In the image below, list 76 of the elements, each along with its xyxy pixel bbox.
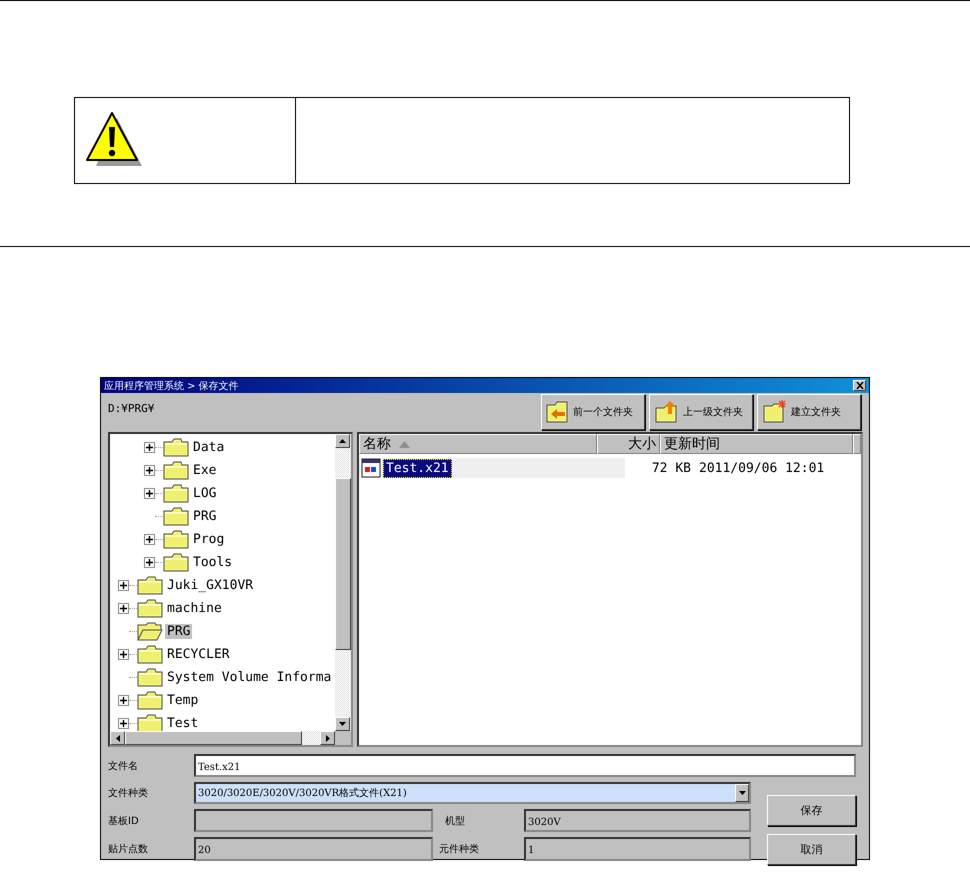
tree-item[interactable]: Temp xyxy=(165,693,200,708)
tree-item[interactable]: machine xyxy=(165,601,224,616)
tree-item[interactable]: RECYCLER xyxy=(165,647,232,662)
column-header[interactable]: 更新时间 xyxy=(660,434,853,454)
tree-item[interactable]: Test xyxy=(165,716,200,731)
scroll-down-icon[interactable] xyxy=(339,722,346,726)
expand-icon[interactable] xyxy=(118,580,129,591)
folder-icon xyxy=(137,691,163,710)
tree-item[interactable]: Data xyxy=(191,440,226,455)
file-size: 72 KB xyxy=(650,460,692,476)
expand-icon[interactable] xyxy=(144,557,155,568)
tree-item[interactable]: Exe xyxy=(191,463,218,478)
field-label: 机型 xyxy=(444,814,466,828)
dropdown-caret-icon[interactable] xyxy=(738,791,746,795)
field-label: 文件名 xyxy=(108,760,139,772)
sort-up-icon xyxy=(399,440,410,448)
column-header[interactable]: 名称 xyxy=(359,434,598,454)
folder-icon xyxy=(163,530,189,549)
column-header[interactable]: 大小 xyxy=(597,434,660,454)
open-folder-icon xyxy=(137,622,163,641)
folder-icon xyxy=(137,576,163,595)
points-field[interactable]: 20 xyxy=(194,837,433,861)
folder-icon xyxy=(163,484,189,503)
tree-item[interactable]: Tools xyxy=(191,555,234,570)
scrollbar-corner xyxy=(335,731,351,745)
folder-button[interactable]: 建立文件夹 xyxy=(757,394,861,430)
new-folder-icon xyxy=(762,400,788,424)
scroll-left-icon[interactable] xyxy=(116,734,120,742)
file-name: Test.x21 xyxy=(383,458,452,478)
expand-icon[interactable] xyxy=(144,442,155,453)
vertical-scrollbar[interactable] xyxy=(335,434,351,731)
scroll-up-icon[interactable] xyxy=(339,439,346,443)
folder-icon xyxy=(137,714,163,731)
folder-button[interactable]: 前一个文件夹 xyxy=(541,394,645,430)
expand-icon[interactable] xyxy=(118,695,129,706)
field-label: 文件种类 xyxy=(108,786,149,800)
current-path: D:¥PRG¥ xyxy=(108,401,156,417)
cancel-button[interactable]: 取消 xyxy=(767,834,856,864)
warning-icon xyxy=(85,110,143,166)
expand-icon[interactable] xyxy=(118,649,129,660)
file-icon xyxy=(361,458,381,478)
scroll-right-icon[interactable] xyxy=(326,734,330,742)
expand-icon[interactable] xyxy=(118,603,129,614)
model-field[interactable]: 3020V xyxy=(524,809,751,832)
folder-icon xyxy=(137,668,163,687)
folder-icon xyxy=(137,599,163,618)
file-name-field[interactable]: Test.x21 xyxy=(194,754,856,777)
tree-item[interactable]: LOG xyxy=(191,486,218,501)
folder-icon xyxy=(163,461,189,480)
expand-icon[interactable] xyxy=(144,534,155,545)
folder-icon xyxy=(163,553,189,572)
save-button[interactable]: 保存 xyxy=(767,794,856,826)
parts-field[interactable]: 1 xyxy=(524,837,751,861)
field-label: 基板ID xyxy=(108,814,140,828)
field-label: 贴片点数 xyxy=(108,842,149,856)
window-title: 应用程序管理系统 > 保存文件 xyxy=(104,380,240,392)
file-type-dropdown[interactable]: 3020/3020E/3020V/3020VR格式文件(X21) xyxy=(194,782,751,804)
horizontal-scrollbar[interactable] xyxy=(110,731,335,745)
expand-icon[interactable] xyxy=(118,718,129,729)
folder-left-arrow-icon xyxy=(546,401,570,423)
tree-item[interactable]: PRG xyxy=(165,624,192,639)
close-button[interactable] xyxy=(853,380,866,391)
tree-item[interactable]: Juki_GX10VR xyxy=(165,578,256,593)
folder-icon xyxy=(163,507,189,526)
tree-item[interactable]: Prog xyxy=(191,532,226,547)
tree-item[interactable]: System Volume Informa xyxy=(165,670,334,685)
field-label: 元件种类 xyxy=(438,842,480,856)
board-id-field[interactable] xyxy=(194,809,433,832)
tree-item[interactable]: PRG xyxy=(191,509,218,524)
expand-icon[interactable] xyxy=(144,465,155,476)
folder-button[interactable]: 上一级文件夹 xyxy=(649,394,753,430)
folder-icon xyxy=(137,645,163,664)
file-row[interactable]: Test.x21 xyxy=(359,458,625,478)
file-date: 2011/09/06 12:01 xyxy=(699,460,824,476)
folder-icon xyxy=(163,438,189,457)
expand-icon[interactable] xyxy=(144,488,155,499)
